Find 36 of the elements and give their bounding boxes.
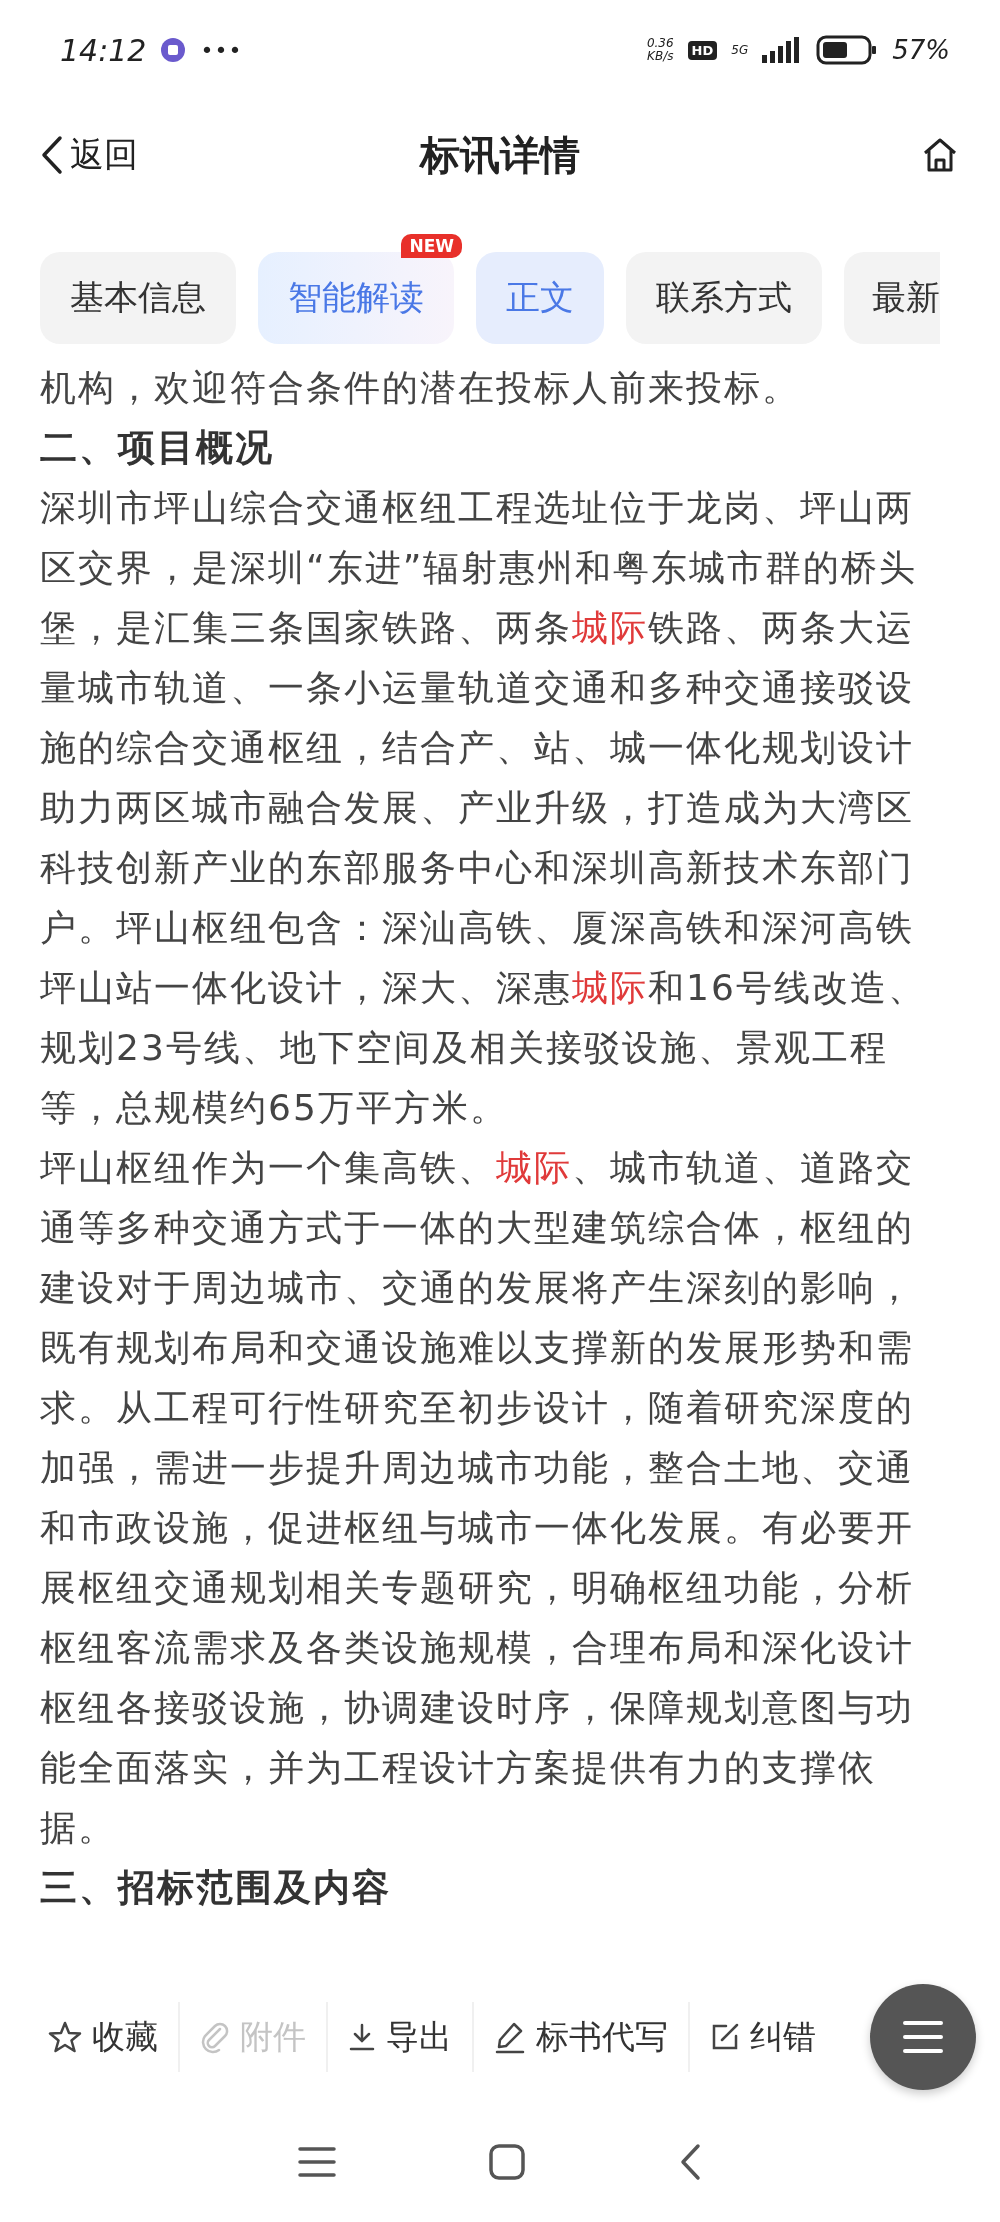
page-title: 标讯详情 (420, 131, 580, 178)
paperclip-icon (200, 2020, 230, 2054)
section-heading: 二、项目概况 (40, 425, 275, 471)
toolbar-button[interactable]: 导出 (328, 2002, 474, 2072)
paragraph: 深圳市坪山综合交通枢纽工程选址位于龙岗、坪山两区交界，是深圳“东进”辐射惠州和粤东城市群的桥头堡，是汇集三条国家铁路、两条城际铁路、两条大运量城市轨道、一条小运量轨道交通和多种交通接驳设施的综合交通枢纽，结合产、站、城一体化规划设计助力两区城市融合发展、产业升级，打造成为大湾区科技创新产业的东部服务中心和深圳高新技术东部门户。坪山枢纽包含：深汕高铁、厦深高铁和深河高铁坪山站一体化设计，深大、深惠城际和16号线改造、规划23号线、地下空间及相关接驳设施、景观工程等，总规模约65万平方米。 (40, 486, 927, 1130)
tab[interactable]: 正文 (476, 252, 604, 344)
download-icon (348, 2022, 376, 2052)
tab[interactable]: 智能解读 (258, 252, 454, 344)
back-button[interactable]: 返回 (40, 132, 138, 178)
battery-icon (816, 35, 879, 65)
network-speed-value: 0.36 (646, 37, 674, 50)
chevron-left-icon (40, 135, 64, 175)
section-heading: 三、招标范围及内容 (40, 1865, 392, 1911)
tab[interactable]: 最新 (844, 252, 940, 344)
pen-icon (494, 2020, 526, 2054)
paragraph: 坪山枢纽作为一个集高铁、城际、城市轨道、道路交通等多种交通方式于一体的大型建筑综合体，枢纽的建设对于周边城市、交通的发展将产生深刻的影响，既有规划布局和交通设施难以支撑新的发展形势和需求。从工程可行性研究至初步设计，随着研究深度的加强，需进一步提升周边城市功能，整合土地、交通和市政设施，促进枢纽与城市一体化发展。有必要开展枢纽交通规划相关专题研究，明确枢纽功能，分析枢纽客流需求及各类设施规模，合理布局和深化设计枢纽各接驳设施，协调建设时序，保障规划意图与功能全面落实，并为工程设计方案提供有力的支撑依据。 (40, 1146, 915, 1850)
hd-indicator: HD (687, 40, 718, 60)
edit-icon (710, 2022, 740, 2052)
toolbar-button[interactable]: 收藏 (28, 2002, 180, 2072)
menu-icon (901, 2019, 945, 2055)
paragraph: 机构，欢迎符合条件的潜在投标人前来投标。 (40, 366, 801, 410)
app-notification-icon (160, 37, 187, 63)
tab[interactable]: 联系方式 (626, 252, 822, 344)
network-type: 5G (731, 43, 749, 57)
battery-percentage: 57% (892, 35, 950, 65)
tab[interactable]: 基本信息 (40, 252, 236, 344)
new-badge: NEW (401, 234, 462, 258)
clock-time: 14:12 (60, 32, 147, 68)
menu-icon[interactable] (297, 2145, 337, 2179)
more-notifications: ••• (200, 37, 243, 63)
toolbar-button[interactable]: 纠错 (690, 2002, 836, 2072)
network-speed-unit: KB/s (647, 50, 674, 63)
star-icon (48, 2020, 82, 2054)
floating-menu-button[interactable] (870, 1984, 976, 2090)
home-square-icon[interactable] (487, 2142, 527, 2182)
toolbar-button[interactable]: 标书代写 (474, 2002, 690, 2072)
